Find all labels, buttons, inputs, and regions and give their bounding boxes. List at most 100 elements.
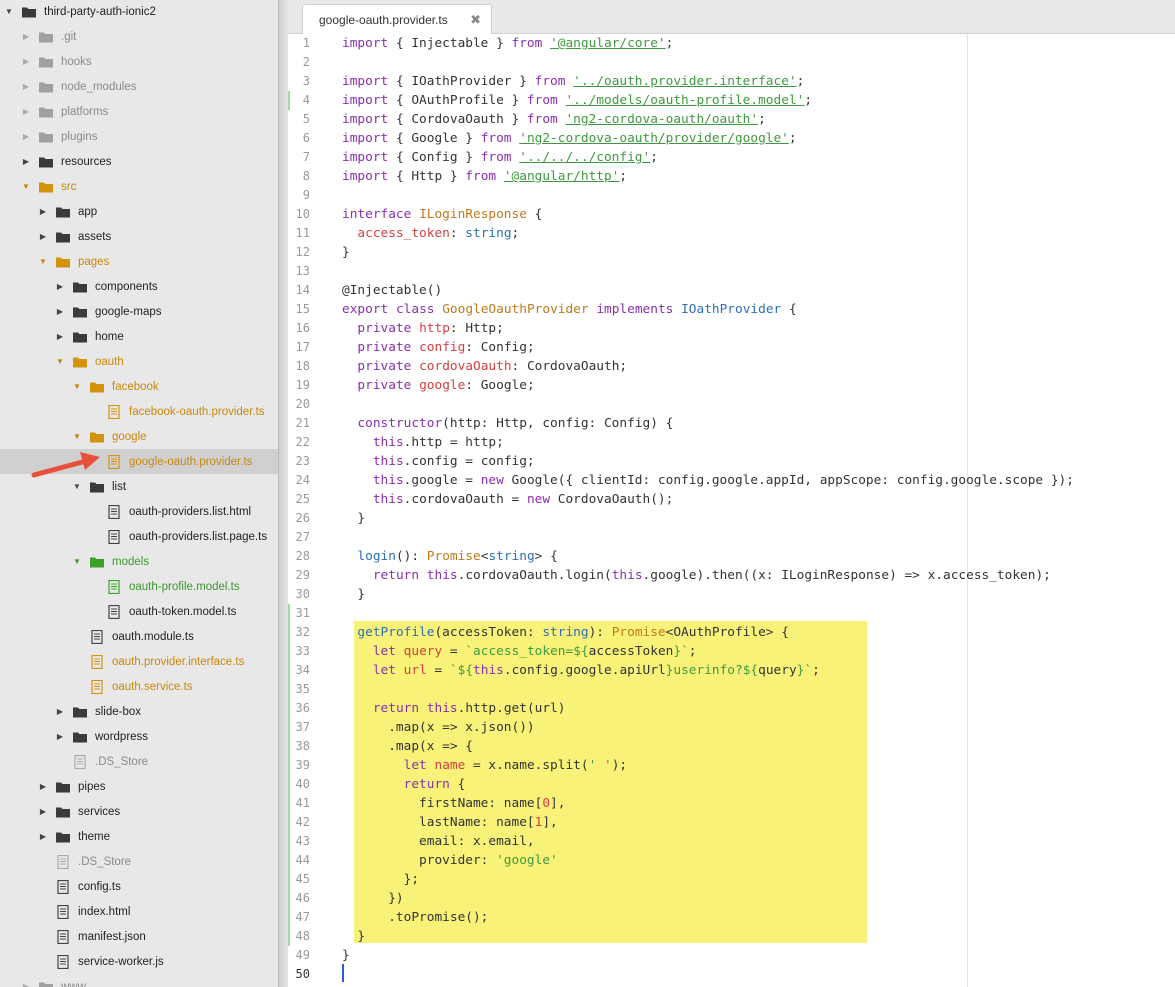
tree-folder[interactable]: ▶ resources <box>0 149 278 174</box>
tree-file[interactable]: oauth.provider.interface.ts <box>0 649 278 674</box>
code-line[interactable]: 18 private cordovaOauth: CordovaOauth; <box>288 357 1175 376</box>
chevron-down-icon[interactable]: ▼ <box>38 249 48 274</box>
code-line[interactable]: 46 }) <box>288 889 1175 908</box>
code-line[interactable]: 13 <box>288 262 1175 281</box>
chevron-right-icon[interactable]: ▶ <box>21 149 31 174</box>
chevron-down-icon[interactable]: ▼ <box>72 424 82 449</box>
chevron-right-icon[interactable]: ▶ <box>21 74 31 99</box>
tree-folder[interactable]: ▶ platforms <box>0 99 278 124</box>
chevron-right-icon[interactable]: ▶ <box>38 224 48 249</box>
tree-file[interactable]: index.html <box>0 899 278 924</box>
tree-folder[interactable]: ▼ pages <box>0 249 278 274</box>
code-line[interactable]: 17 private config: Config; <box>288 338 1175 357</box>
tree-file[interactable]: .DS_Store <box>0 749 278 774</box>
code-line[interactable]: 31 <box>288 604 1175 623</box>
code-line[interactable]: 38 .map(x => { <box>288 737 1175 756</box>
chevron-right-icon[interactable]: ▶ <box>55 274 65 299</box>
code-line[interactable]: 19 private google: Google; <box>288 376 1175 395</box>
tree-folder[interactable]: ▶ app <box>0 199 278 224</box>
chevron-right-icon[interactable]: ▶ <box>38 199 48 224</box>
tree-folder[interactable]: ▶ plugins <box>0 124 278 149</box>
tree-folder[interactable]: ▶ assets <box>0 224 278 249</box>
tree-folder[interactable]: ▶ slide-box <box>0 699 278 724</box>
chevron-down-icon[interactable]: ▼ <box>4 0 14 24</box>
chevron-right-icon[interactable]: ▶ <box>55 299 65 324</box>
code-line[interactable]: 15 export class GoogleOauthProvider imple… <box>288 300 1175 319</box>
code-line[interactable]: 44 provider: 'google' <box>288 851 1175 870</box>
tree-folder[interactable]: ▼ models <box>0 549 278 574</box>
tree-folder[interactable]: ▶ google-maps <box>0 299 278 324</box>
chevron-down-icon[interactable]: ▼ <box>72 374 82 399</box>
code-line[interactable]: 45 }; <box>288 870 1175 889</box>
code-line[interactable]: 4 import { OAuthProfile } from '../models… <box>288 91 1175 110</box>
code-line[interactable]: 1 import { Injectable } from '@angular/co… <box>288 34 1175 53</box>
chevron-right-icon[interactable]: ▶ <box>55 724 65 749</box>
chevron-right-icon[interactable]: ▶ <box>21 124 31 149</box>
code-line[interactable]: 12} <box>288 243 1175 262</box>
tree-folder[interactable]: ▶ hooks <box>0 49 278 74</box>
chevron-right-icon[interactable]: ▶ <box>21 49 31 74</box>
tree-folder[interactable]: ▼ facebook <box>0 374 278 399</box>
tree-file[interactable]: oauth.module.ts <box>0 624 278 649</box>
chevron-down-icon[interactable]: ▼ <box>21 174 31 199</box>
code-line[interactable]: 41 firstName: name[0], <box>288 794 1175 813</box>
code-line[interactable]: 10 interface ILoginResponse { <box>288 205 1175 224</box>
tree-file[interactable]: manifest.json <box>0 924 278 949</box>
code-line[interactable]: 29 return this.cordovaOauth.login(this.g… <box>288 566 1175 585</box>
code-line[interactable]: 43 email: x.email, <box>288 832 1175 851</box>
code-line[interactable]: 50 <box>288 965 1175 984</box>
code-line[interactable]: 14 @Injectable() <box>288 281 1175 300</box>
code-line[interactable]: 26 } <box>288 509 1175 528</box>
code-line[interactable]: 7 import { Config } from '../../../config… <box>288 148 1175 167</box>
tab-google-oauth-provider[interactable]: google-oauth.provider.ts ✖ <box>302 4 492 34</box>
tree-file[interactable]: oauth-profile.model.ts <box>0 574 278 599</box>
code-line[interactable]: 30 } <box>288 585 1175 604</box>
code-line[interactable]: 16 private http: Http; <box>288 319 1175 338</box>
code-line[interactable]: 47 .toPromise(); <box>288 908 1175 927</box>
tree-folder[interactable]: ▼ google <box>0 424 278 449</box>
code-line[interactable]: 40 return { <box>288 775 1175 794</box>
code-line[interactable]: 36 return this.http.get(url) <box>288 699 1175 718</box>
tree-folder[interactable]: ▶ theme <box>0 824 278 849</box>
chevron-down-icon[interactable]: ▼ <box>72 549 82 574</box>
chevron-right-icon[interactable]: ▶ <box>38 799 48 824</box>
code-line[interactable]: 22 this.http = http; <box>288 433 1175 452</box>
code-line[interactable]: 25 this.cordovaOauth = new CordovaOauth(… <box>288 490 1175 509</box>
tree-folder[interactable]: ▶ node_modules <box>0 74 278 99</box>
tree-folder[interactable]: ▼ src <box>0 174 278 199</box>
tree-folder[interactable]: ▶ wordpress <box>0 724 278 749</box>
chevron-right-icon[interactable]: ▶ <box>21 99 31 124</box>
code-line[interactable]: 21 constructor(http: Http, config: Confi… <box>288 414 1175 433</box>
code-line[interactable]: 28 login(): Promise<string> { <box>288 547 1175 566</box>
code-line[interactable]: 24 this.google = new Google({ clientId: … <box>288 471 1175 490</box>
tree-file[interactable]: facebook-oauth.provider.ts <box>0 399 278 424</box>
tree-folder[interactable]: ▶ services <box>0 799 278 824</box>
tree-folder[interactable]: ▶ pipes <box>0 774 278 799</box>
code-line[interactable]: 8 import { Http } from '@angular/http'; <box>288 167 1175 186</box>
tree-folder[interactable]: ▶ www <box>0 974 278 987</box>
tree-file[interactable]: oauth-providers.list.page.ts <box>0 524 278 549</box>
tree-file[interactable]: service-worker.js <box>0 949 278 974</box>
code-line[interactable]: 9 <box>288 186 1175 205</box>
code-line[interactable]: 20 <box>288 395 1175 414</box>
chevron-right-icon[interactable]: ▶ <box>38 824 48 849</box>
chevron-right-icon[interactable]: ▶ <box>38 774 48 799</box>
sidebar-splitter[interactable] <box>278 0 288 987</box>
close-tab-icon[interactable]: ✖ <box>470 12 481 28</box>
code-line[interactable]: 2 <box>288 53 1175 72</box>
code-line[interactable]: 6 import { Google } from 'ng2-cordova-oau… <box>288 129 1175 148</box>
chevron-right-icon[interactable]: ▶ <box>21 24 31 49</box>
chevron-right-icon[interactable]: ▶ <box>55 324 65 349</box>
code-line[interactable]: 34 let url = `${this.config.google.apiUr… <box>288 661 1175 680</box>
tree-folder[interactable]: ▶ home <box>0 324 278 349</box>
tree-folder[interactable]: ▼ third-party-auth-ionic2 <box>0 0 278 24</box>
code-line[interactable]: 42 lastName: name[1], <box>288 813 1175 832</box>
chevron-right-icon[interactable]: ▶ <box>21 974 31 987</box>
code-line[interactable]: 32 getProfile(accessToken: string): Prom… <box>288 623 1175 642</box>
code-line[interactable]: 33 let query = `access_token=${accessTok… <box>288 642 1175 661</box>
tree-file[interactable]: config.ts <box>0 874 278 899</box>
code-line[interactable]: 11 access_token: string; <box>288 224 1175 243</box>
tree-folder[interactable]: ▼ oauth <box>0 349 278 374</box>
code-line[interactable]: 27 <box>288 528 1175 547</box>
tree-file[interactable]: .DS_Store <box>0 849 278 874</box>
